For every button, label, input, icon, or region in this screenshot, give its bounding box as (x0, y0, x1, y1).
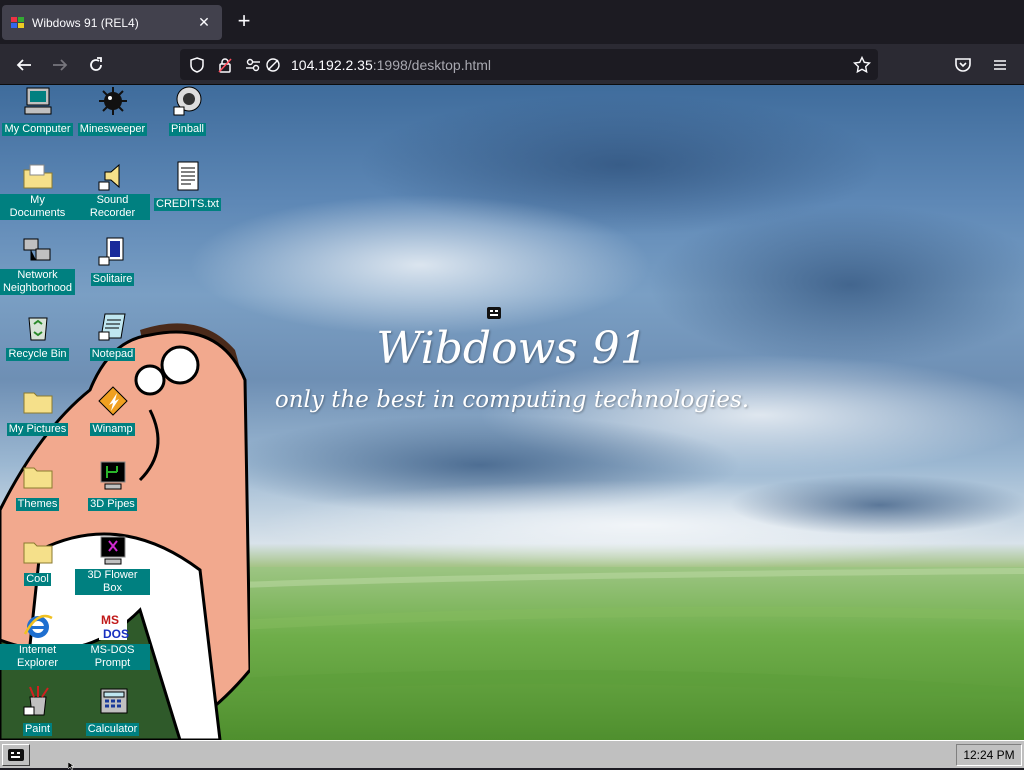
desktop-icon-recycle-bin[interactable]: Recycle Bin (0, 310, 75, 362)
calculator-icon (100, 688, 127, 714)
back-arrow-icon (16, 59, 31, 71)
wibdows-logo-icon (10, 15, 26, 31)
insecure-lock-icon[interactable] (216, 56, 234, 74)
wibdows-logo-icon (8, 749, 24, 761)
folder-icon (23, 467, 52, 489)
icon-label: 3D Pipes (88, 498, 137, 511)
desktop-icon-cool[interactable]: Cool (0, 535, 75, 587)
icon-label: MS-DOS Prompt (75, 644, 150, 670)
permissions-icon[interactable] (244, 56, 262, 74)
network-icon (23, 238, 50, 261)
icon-label: Solitaire (90, 273, 135, 286)
desktop-icon-internet-explorer[interactable]: Internet Explorer (0, 610, 75, 671)
desktop-icon-ms-dos-prompt[interactable]: MS DOS MS-DOS Prompt (75, 610, 150, 671)
recycle-bin-icon (27, 317, 48, 341)
reload-icon (90, 57, 102, 71)
back-button[interactable] (11, 52, 37, 78)
desktop-icon-sound-recorder[interactable]: Sound Recorder (75, 160, 150, 221)
icon-label: Themes (15, 498, 60, 511)
bookmark-star-icon[interactable] (853, 56, 871, 74)
wibdows-logo-icon (485, 305, 503, 321)
address-bar[interactable]: 104.192.2.35:1998/desktop.html (180, 49, 878, 80)
desktop-icon-calculator[interactable]: Calculator (75, 685, 150, 737)
cartoon-character-image (0, 323, 250, 740)
desktop-icon-credits[interactable]: CREDITS.txt (150, 160, 225, 212)
desktop-icon-minesweeper[interactable]: Minesweeper (75, 85, 150, 137)
svg-text:MS: MS (101, 613, 119, 627)
icon-label: 3D Flower Box (75, 569, 150, 595)
tab-title: Wibdows 91 (REL4) (32, 15, 139, 30)
desktop-icon-3d-flower-box[interactable]: 3D Flower Box (75, 535, 150, 596)
desktop-icon-my-pictures[interactable]: My Pictures (0, 385, 75, 437)
folder-icon (23, 542, 52, 564)
forward-button[interactable] (47, 52, 73, 78)
winamp-icon (97, 386, 128, 416)
icon-label: Minesweeper (77, 123, 148, 136)
tracking-protection-shield-icon[interactable] (188, 56, 206, 74)
desktop-icon-notepad[interactable]: Notepad (75, 310, 150, 362)
hamburger-menu-icon (994, 60, 1006, 70)
folder-icon (23, 392, 52, 414)
browser-tab[interactable]: Wibdows 91 (REL4) ✕ (2, 5, 222, 40)
icon-label: Internet Explorer (0, 644, 75, 670)
icon-label: Recycle Bin (6, 348, 69, 361)
icon-label: My Pictures (6, 423, 69, 436)
desktop-icon-3d-pipes[interactable]: 3D Pipes (75, 460, 150, 512)
icon-label: CREDITS.txt (154, 198, 221, 211)
start-button[interactable] (2, 744, 30, 766)
reload-button[interactable] (83, 52, 109, 78)
desktop-icon-paint[interactable]: Paint (0, 685, 75, 737)
sound-recorder-icon (98, 163, 119, 191)
pocket-button[interactable] (950, 52, 976, 78)
url-host: 104.192.2.35 (291, 57, 373, 73)
documents-folder-icon (23, 164, 52, 189)
icon-label: Cool (24, 573, 51, 586)
screensaver-icon (100, 461, 125, 490)
icon-label: Sound Recorder (75, 194, 150, 220)
text-file-icon (177, 161, 198, 191)
solitaire-icon (98, 237, 123, 266)
paint-icon (23, 686, 49, 716)
desktop-icon-themes[interactable]: Themes (0, 460, 75, 512)
internet-explorer-icon (23, 614, 53, 638)
msdos-icon: MSDOS (98, 612, 129, 641)
notepad-icon (98, 313, 126, 341)
forward-arrow-icon (53, 59, 68, 71)
icon-label: Calculator (85, 723, 140, 736)
navigation-toolbar: 104.192.2.35:1998/desktop.html (0, 44, 1024, 85)
new-tab-button[interactable]: + (232, 10, 256, 34)
icon-label: Network Neighborhood (0, 269, 75, 295)
system-tray-clock[interactable]: 12:24 PM (956, 744, 1022, 766)
icon-label: Pinball (168, 123, 207, 136)
desktop[interactable]: Wibdows 91 only the best in computing te… (0, 85, 1024, 740)
desktop-icon-solitaire[interactable]: Solitaire (75, 235, 150, 287)
pinball-icon (173, 86, 201, 116)
icon-label: My Documents (0, 194, 75, 220)
minesweeper-icon (98, 87, 127, 115)
close-tab-icon[interactable]: ✕ (194, 14, 214, 31)
desktop-icon-my-documents[interactable]: My Documents (0, 160, 75, 221)
icon-label: Notepad (89, 348, 136, 361)
browser-tab-bar: Wibdows 91 (REL4) ✕ + (0, 0, 1024, 44)
computer-icon (24, 87, 51, 115)
taskbar: 12:24 PM (0, 740, 1024, 768)
desktop-icon-pinball[interactable]: Pinball (150, 85, 225, 137)
pocket-icon (955, 58, 971, 72)
url-path: :1998/desktop.html (372, 57, 492, 73)
app-menu-button[interactable] (987, 52, 1013, 78)
icon-label: My Computer (2, 123, 73, 136)
url-text: 104.192.2.35:1998/desktop.html (291, 57, 491, 73)
desktop-icon-network-neighborhood[interactable]: Network Neighborhood (0, 235, 75, 296)
svg-text:DOS: DOS (103, 627, 129, 641)
icon-label: Paint (22, 723, 53, 736)
desktop-icon-my-computer[interactable]: My Computer (0, 85, 75, 137)
autoplay-blocked-icon[interactable] (264, 56, 282, 74)
desktop-icon-winamp[interactable]: Winamp (75, 385, 150, 437)
icon-label: Winamp (90, 423, 135, 436)
screensaver-icon (100, 536, 125, 565)
mouse-cursor-icon (68, 762, 75, 770)
